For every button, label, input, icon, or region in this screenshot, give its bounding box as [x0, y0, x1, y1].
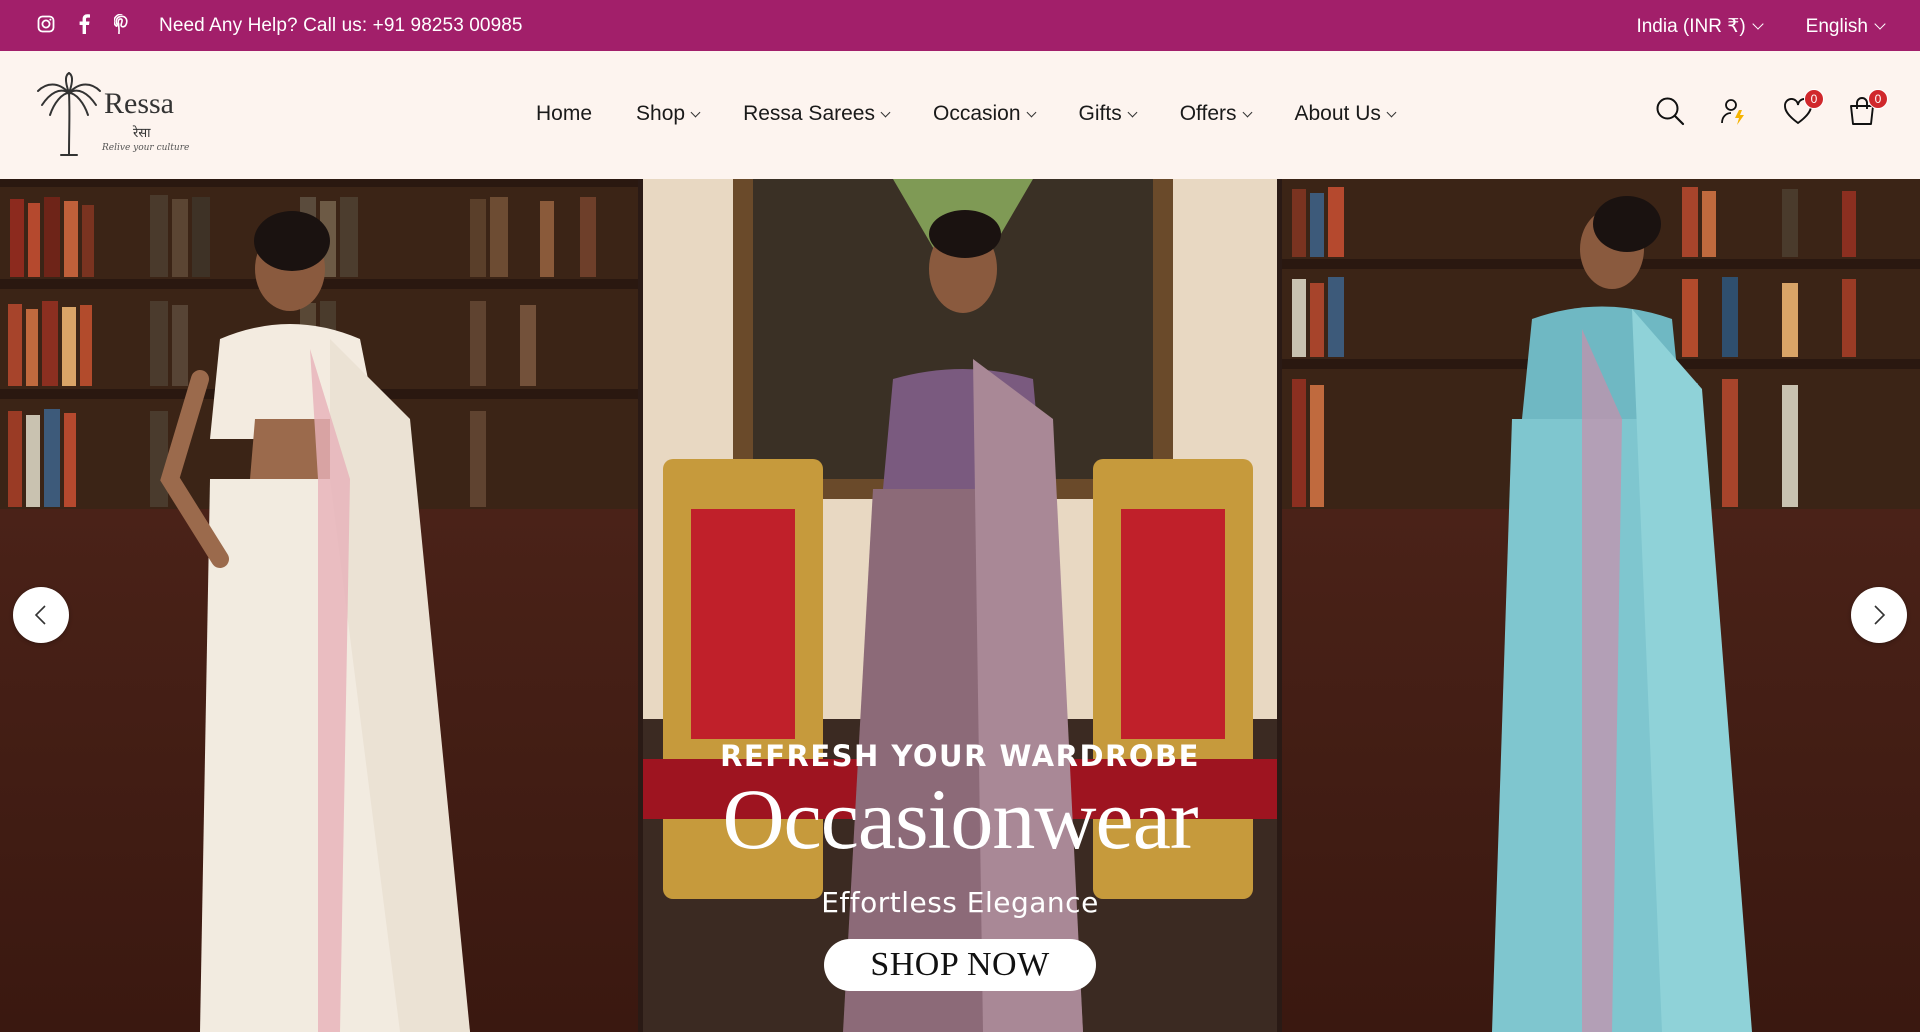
chevron-down-icon	[1386, 107, 1397, 117]
main-nav: Home Shop Ressa Sarees Occasion Gifts Of…	[536, 102, 1439, 126]
nav-label: Offers	[1179, 102, 1237, 125]
currency-label: India (INR ₹)	[1636, 16, 1746, 37]
site-header: Ressa रेसा Relive your culture Home Shop…	[0, 51, 1920, 179]
language-label: English	[1805, 15, 1868, 37]
currency-selector[interactable]: India (INR ₹)	[1636, 15, 1764, 38]
chevron-down-icon	[1127, 107, 1138, 117]
model-white-saree-image	[160, 211, 470, 1032]
hero-image-left	[0, 179, 638, 1032]
palm-tree-logo-icon	[37, 72, 101, 156]
hero-image-right	[1282, 179, 1920, 1032]
wishlist-button[interactable]: 0	[1782, 89, 1824, 127]
hero-kicker: REFRESH YOUR WARDROBE	[720, 739, 1200, 773]
cart-count-badge: 0	[1868, 89, 1888, 109]
nav-item-gifts[interactable]: Gifts	[1078, 102, 1138, 126]
chevron-down-icon	[880, 107, 891, 117]
nav-label: Shop	[636, 102, 686, 125]
model-aqua-saree-image	[1492, 196, 1752, 1032]
announcement-bar: Need Any Help? Call us: +91 98253 00985 …	[0, 0, 1920, 51]
slider-prev-button[interactable]	[13, 587, 69, 643]
nav-label: Home	[536, 102, 593, 125]
facebook-icon[interactable]	[74, 14, 94, 34]
hero-banner: REFRESH YOUR WARDROBE Occasionwear Effor…	[0, 179, 1920, 1032]
nav-item-about-us[interactable]: About Us	[1294, 102, 1397, 126]
header-icons: 0 0	[1654, 89, 1888, 127]
wishlist-count-badge: 0	[1804, 89, 1824, 109]
chevron-down-icon	[1242, 107, 1252, 117]
nav-item-offers[interactable]: Offers	[1179, 102, 1252, 126]
logo-tagline: Relive your culture	[102, 143, 190, 153]
instagram-icon[interactable]	[36, 14, 56, 34]
chevron-right-icon	[1874, 605, 1886, 625]
nav-label: Gifts	[1078, 102, 1122, 125]
hero-title: Occasionwear	[722, 771, 1198, 867]
help-phone-text: Need Any Help? Call us: +91 98253 00985	[159, 15, 523, 36]
chevron-down-icon	[690, 107, 701, 117]
nav-label: Occasion	[932, 102, 1021, 125]
chevron-left-icon	[34, 605, 46, 625]
chevron-down-icon	[1752, 18, 1764, 30]
nav-item-occasion[interactable]: Occasion	[932, 102, 1036, 126]
shop-now-button[interactable]: SHOP NOW	[824, 939, 1096, 991]
logo[interactable]: Ressa रेसा Relive your culture	[36, 71, 196, 161]
logo-wordmark: Ressa	[104, 87, 174, 120]
nav-label: About Us	[1294, 102, 1381, 125]
search-icon[interactable]	[1654, 95, 1686, 127]
social-links	[36, 14, 132, 34]
nav-label: Ressa Sarees	[743, 102, 875, 125]
chevron-down-icon	[1026, 107, 1036, 117]
hero-subtitle: Effortless Elegance	[821, 886, 1099, 919]
account-icon[interactable]	[1718, 95, 1750, 127]
nav-item-shop[interactable]: Shop	[636, 102, 701, 126]
cart-button[interactable]: 0	[1846, 89, 1888, 127]
slider-next-button[interactable]	[1851, 587, 1907, 643]
nav-item-home[interactable]: Home	[536, 102, 592, 126]
chevron-down-icon	[1874, 18, 1886, 30]
pinterest-icon[interactable]	[112, 14, 132, 34]
logo-hindi: रेसा	[133, 126, 151, 141]
language-selector[interactable]: English	[1805, 15, 1886, 38]
nav-item-ressa-sarees[interactable]: Ressa Sarees	[743, 102, 891, 126]
